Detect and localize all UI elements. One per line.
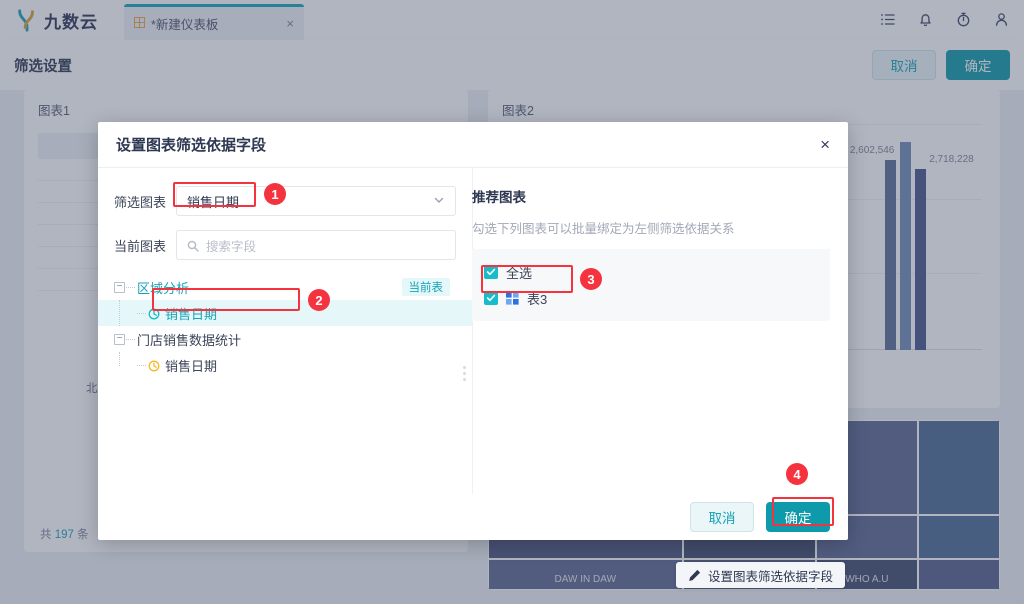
recommend-list: 全选: [472, 249, 830, 321]
search-input[interactable]: 搜索字段: [176, 230, 456, 260]
filter-chart-label: 筛选图表: [114, 192, 166, 211]
tree-connector: [126, 339, 135, 340]
annotation-number-1: 1: [264, 183, 286, 205]
tree-item-label: 销售日期: [165, 356, 217, 375]
chevron-down-icon: [433, 194, 445, 209]
current-chart-row: 当前图表 搜索字段: [114, 230, 456, 260]
annotation-number-2: 2: [308, 289, 330, 311]
recommend-description: 勾选下列图表可以批量绑定为左侧筛选依据关系: [472, 218, 830, 237]
select-all-label: 全选: [506, 263, 532, 282]
tree-vline: [119, 300, 120, 326]
dialog-confirm-button[interactable]: 确定: [766, 502, 830, 532]
tree-group-label: 区域分析: [137, 278, 189, 297]
right-pane: 推荐图表 勾选下列图表可以批量绑定为左侧筛选依据关系 全选: [472, 168, 848, 494]
set-filter-field-dialog: 设置图表筛选依据字段 × 筛选图表 销售日期: [98, 122, 848, 540]
close-icon[interactable]: ×: [820, 136, 830, 153]
dialog-title: 设置图表筛选依据字段: [116, 134, 266, 155]
annotation-number-3: 3: [580, 268, 602, 290]
tree-item-sales-date-selected[interactable]: 销售日期: [114, 300, 456, 326]
tree-group-label: 门店销售数据统计: [137, 330, 241, 349]
recommend-title: 推荐图表: [472, 186, 830, 206]
filter-chart-value: 销售日期: [187, 192, 239, 211]
left-pane: 筛选图表 销售日期 当前图表: [98, 168, 472, 494]
current-table-badge: 当前表: [402, 278, 451, 296]
set-filter-field-chip[interactable]: 设置图表筛选依据字段: [676, 562, 845, 588]
tree-vline: [119, 352, 120, 366]
select-all-checkbox[interactable]: [484, 265, 498, 279]
field-tree: − 区域分析 当前表: [114, 274, 456, 378]
clock-icon: [148, 307, 160, 319]
tree-connector: [126, 287, 135, 288]
tree-connector: [137, 365, 146, 366]
clock-icon: [148, 359, 160, 371]
set-filter-field-chip-label: 设置图表筛选依据字段: [708, 566, 833, 585]
dialog-header: 设置图表筛选依据字段 ×: [98, 122, 848, 168]
annotation-number-4: 4: [786, 463, 808, 485]
search-icon: [187, 239, 199, 251]
recommend-item-label: 表3: [527, 289, 547, 308]
tree-group-store-sales-stats[interactable]: − 门店销售数据统计: [114, 326, 456, 352]
collapse-toggle-icon[interactable]: −: [114, 282, 125, 293]
tree-connector: [137, 313, 146, 314]
table-grid-icon: [506, 292, 519, 305]
app-root: 九数云 *新建仪表板 ×: [0, 0, 1024, 604]
select-all-row[interactable]: 全选: [484, 259, 818, 285]
collapse-toggle-icon[interactable]: −: [114, 334, 125, 345]
filter-chart-select[interactable]: 销售日期: [176, 186, 456, 216]
tree-item-sales-date[interactable]: 销售日期: [114, 352, 456, 378]
current-chart-label: 当前图表: [114, 236, 166, 255]
recommend-item-checkbox[interactable]: [484, 291, 498, 305]
pane-resize-handle[interactable]: [463, 366, 466, 381]
dialog-cancel-button[interactable]: 取消: [690, 502, 754, 532]
tree-item-label: 销售日期: [165, 304, 217, 323]
dialog-body: 筛选图表 销售日期 当前图表: [98, 168, 848, 494]
search-placeholder: 搜索字段: [206, 236, 256, 255]
dialog-footer: 取消 确定: [98, 494, 848, 540]
pencil-icon: [688, 569, 701, 582]
tree-group-region-analysis[interactable]: − 区域分析 当前表: [114, 274, 456, 300]
recommend-item-row[interactable]: 表3: [484, 285, 818, 311]
